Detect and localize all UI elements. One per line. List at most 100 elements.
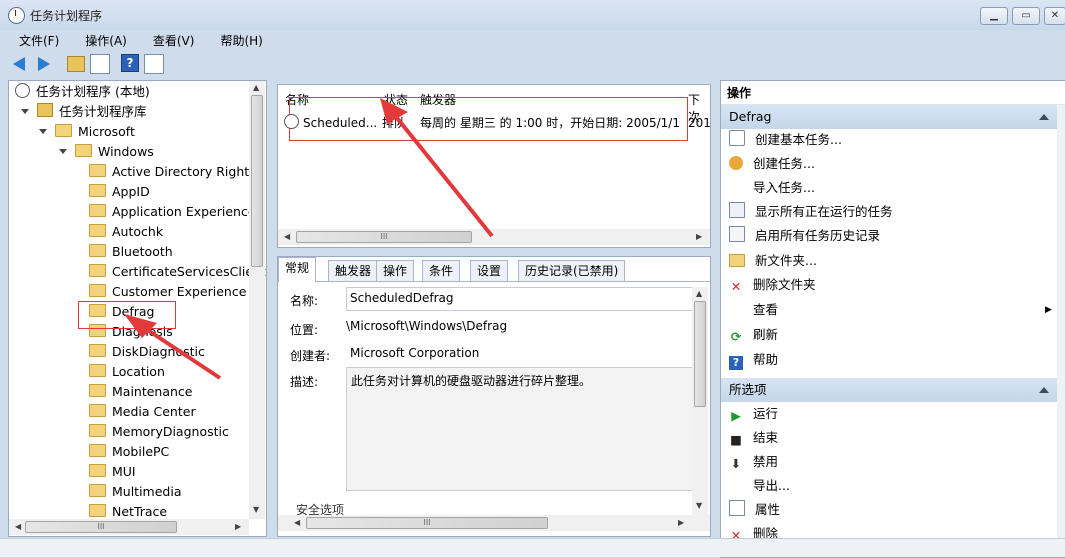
minimize-button[interactable]: ▁ [980, 7, 1008, 25]
scroll-thumb[interactable] [694, 301, 706, 407]
folder-icon [89, 184, 106, 197]
menu-view[interactable]: 查看(V) [134, 30, 202, 49]
back-icon[interactable] [13, 57, 25, 71]
tree-folder-media-center[interactable]: Media Center [89, 402, 196, 422]
action-items2-0[interactable]: ▶ 运行 [729, 403, 778, 425]
actions-scrollbar[interactable] [1057, 105, 1065, 557]
tree-folder-customer-experience-in[interactable]: Customer Experience In [89, 282, 262, 302]
task-trigger: 每周的 星期三 的 1:00 时，开始日期: 2005/1/1 [420, 116, 680, 130]
tree-horizontal-scrollbar[interactable]: ◀ III ▶ [9, 519, 249, 535]
expand-icon[interactable] [39, 129, 47, 134]
tree-folder-maintenance[interactable]: Maintenance [89, 382, 193, 402]
tree-folder-mobilepc[interactable]: MobilePC [89, 442, 169, 462]
folder-icon [89, 284, 106, 297]
scroll-thumb[interactable] [251, 95, 263, 267]
actions-header: 操作 [721, 81, 1065, 105]
action-items1-0[interactable]: 创建基本任务... [729, 129, 842, 151]
action-items1-1[interactable]: 创建任务... [729, 153, 815, 175]
tree-root[interactable]: 任务计划程序 (本地) [15, 82, 150, 102]
section-selected-item[interactable]: 所选项 [721, 378, 1057, 402]
collapse-icon[interactable] [1039, 387, 1049, 393]
tree-folder-application-experience[interactable]: Application Experience [89, 202, 256, 222]
tree-folder-active-directory-rights-i[interactable]: Active Directory Rights I [89, 162, 263, 182]
tab-actions[interactable]: 操作 [376, 260, 415, 281]
scroll-thumb[interactable]: III [25, 521, 177, 533]
toolbar: ? [0, 50, 1065, 76]
status-bar [0, 538, 1065, 557]
action-items2-3[interactable]: 导出... [729, 475, 790, 497]
tree-folder-bluetooth[interactable]: Bluetooth [89, 242, 173, 262]
create-basic-task-icon [729, 130, 745, 146]
help-icon[interactable]: ? [121, 54, 139, 72]
folder-icon [89, 464, 106, 477]
show-hide-action-pane-icon[interactable] [144, 54, 164, 74]
scroll-down-icon[interactable]: ▼ [696, 501, 702, 510]
folder-icon [89, 264, 106, 277]
scroll-up-icon[interactable]: ▲ [253, 83, 259, 92]
folder-icon [89, 344, 106, 357]
tab-general[interactable]: 常规 [278, 257, 317, 282]
action-items2-4[interactable]: 属性 [729, 499, 780, 521]
menu-file[interactable]: 文件(F) [0, 30, 66, 49]
expand-icon[interactable] [21, 109, 29, 114]
scroll-left-icon[interactable]: ◀ [15, 522, 21, 531]
clock-icon [15, 83, 30, 98]
action-items1-7[interactable]: 查看 ▶ [729, 299, 1052, 321]
action-items1-5[interactable]: 新文件夹... [729, 250, 817, 272]
name-field[interactable]: ScheduledDefrag [346, 287, 693, 311]
tab-triggers[interactable]: 触发器 [328, 260, 379, 281]
tree-folder-memorydiagnostic[interactable]: MemoryDiagnostic [89, 422, 229, 442]
scroll-right-icon[interactable]: ▶ [696, 232, 702, 241]
action-items2-1[interactable]: ■ 结束 [729, 427, 778, 449]
menu-help[interactable]: 帮助(H) [201, 30, 269, 49]
detail-horizontal-scrollbar[interactable]: ◀ III ▶ [278, 515, 710, 531]
tree-microsoft[interactable]: Microsoft [39, 122, 135, 142]
detail-vertical-scrollbar[interactable]: ▲ ▼ [692, 287, 708, 515]
action-items1-3[interactable]: 显示所有正在运行的任务 [729, 201, 893, 223]
scroll-left-icon[interactable]: ◀ [294, 518, 300, 527]
action-items1-2[interactable]: 导入任务... [729, 177, 815, 199]
section-defrag[interactable]: Defrag [721, 105, 1057, 129]
up-folder-icon[interactable] [67, 56, 85, 72]
scroll-thumb[interactable]: III [306, 517, 548, 529]
action-items2-2[interactable]: ⬇ 禁用 [729, 451, 778, 473]
table-row[interactable]: Scheduled... 排队 每周的 星期三 的 1:00 时，开始日期: 2… [284, 113, 710, 133]
list-horizontal-scrollbar[interactable]: ◀ III ▶ [278, 229, 710, 245]
forward-icon[interactable] [38, 57, 50, 71]
show-hide-console-tree-icon[interactable] [90, 54, 110, 74]
action-items1-6[interactable]: ✕ 删除文件夹 [729, 274, 816, 296]
description-field[interactable]: 此任务对计算机的硬盘驱动器进行碎片整理。 [346, 367, 693, 491]
new-folder-icon [729, 254, 745, 267]
scroll-down-icon[interactable]: ▼ [253, 505, 259, 514]
tree-folder-autochk[interactable]: Autochk [89, 222, 163, 242]
tree-windows[interactable]: Windows [59, 142, 154, 162]
scroll-left-icon[interactable]: ◀ [284, 232, 290, 241]
tree-library[interactable]: 任务计划程序库 [21, 102, 147, 122]
tree-folder-multimedia[interactable]: Multimedia [89, 482, 182, 502]
tree-vertical-scrollbar[interactable]: ▲ ▼ [249, 81, 265, 519]
scroll-right-icon[interactable]: ▶ [235, 522, 241, 531]
action-items1-4[interactable]: 启用所有任务历史记录 [729, 225, 880, 247]
folder-icon [89, 444, 106, 457]
maximize-button[interactable]: ▭ [1012, 7, 1040, 25]
action-items1-8[interactable]: ⟳ 刷新 [729, 324, 778, 346]
tree-folder-location[interactable]: Location [89, 362, 165, 382]
scroll-up-icon[interactable]: ▲ [696, 289, 702, 298]
action-items1-9[interactable]: ? 帮助 [729, 349, 778, 371]
tab-settings[interactable]: 设置 [470, 260, 509, 281]
title-bar: 任务计划程序 ▁ ▭ ✕ [0, 0, 1065, 30]
tree-folder-appid[interactable]: AppID [89, 182, 150, 202]
folder-icon [89, 484, 106, 497]
collapse-icon[interactable] [1039, 114, 1049, 120]
tree-folder-diskdiagnostic[interactable]: DiskDiagnostic [89, 342, 205, 362]
menu-action[interactable]: 操作(A) [66, 30, 134, 49]
scroll-thumb[interactable]: III [296, 231, 472, 243]
tree-folder-certificateservicesclient[interactable]: CertificateServicesClient [89, 262, 266, 282]
tab-conditions[interactable]: 条件 [422, 260, 461, 281]
tree-folder-mui[interactable]: MUI [89, 462, 136, 482]
scroll-right-icon[interactable]: ▶ [678, 518, 684, 527]
tab-history[interactable]: 历史记录(已禁用) [518, 260, 626, 281]
close-button[interactable]: ✕ [1044, 7, 1065, 25]
expand-icon[interactable] [59, 149, 67, 154]
task-icon [284, 114, 299, 129]
